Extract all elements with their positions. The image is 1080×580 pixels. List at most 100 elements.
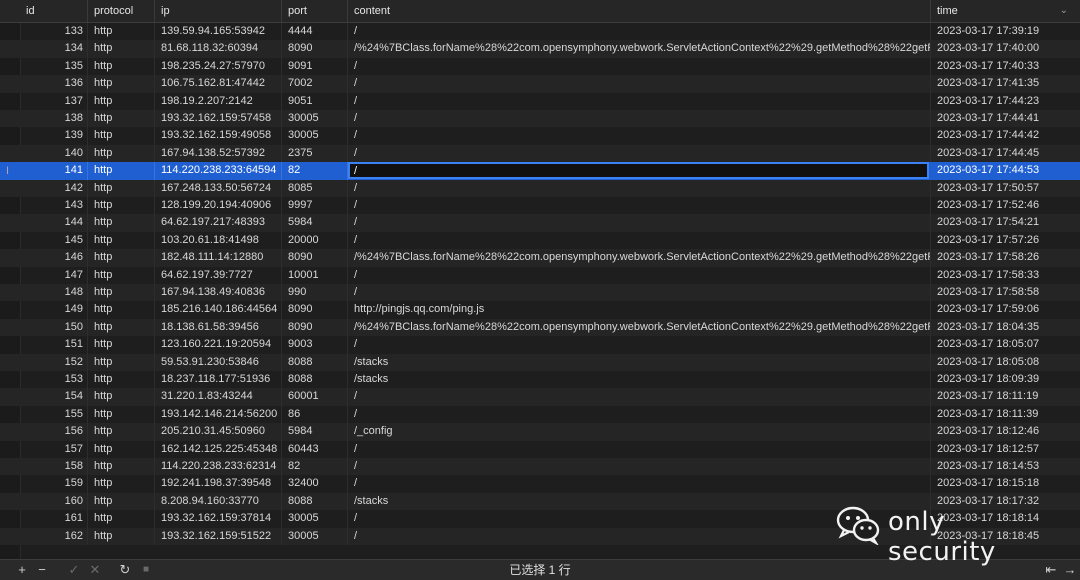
cell-id[interactable]: 145	[20, 231, 88, 250]
column-header-ip[interactable]: ip	[155, 0, 282, 22]
cell-time[interactable]: 2023-03-17 17:40:33	[931, 58, 1080, 75]
cell-port[interactable]: 30005	[282, 527, 348, 545]
cell-ip[interactable]: 114.220.238.233:64594	[155, 162, 282, 180]
cell-port[interactable]: 60443	[282, 440, 348, 458]
cell-ip[interactable]: 8.208.94.160:33770	[155, 492, 282, 511]
cell-protocol[interactable]: http	[88, 144, 155, 163]
table-row[interactable]: 134 http 81.68.118.32:60394 8090/%24%7BClas…	[0, 40, 1080, 58]
cell-protocol[interactable]: http	[88, 23, 155, 41]
cell-ip[interactable]: 18.138.61.58:39456	[155, 318, 282, 337]
cell-protocol[interactable]: http	[88, 475, 155, 493]
cell-port[interactable]: 990	[282, 284, 348, 302]
cell-protocol[interactable]: http	[88, 458, 155, 476]
cell-protocol[interactable]: http	[88, 75, 155, 93]
cell-time[interactable]: 2023-03-17 17:58:26	[931, 249, 1080, 266]
cell-content[interactable]: /	[348, 440, 931, 458]
cell-content[interactable]: /	[348, 75, 931, 93]
cell-protocol[interactable]: http	[88, 388, 155, 406]
table-row[interactable]: 147 http 64.62.197.39:7727 10001/2023-03-17…	[0, 266, 1080, 284]
cell-port[interactable]: 9003	[282, 336, 348, 354]
cell-content[interactable]: /	[348, 179, 931, 197]
cell-protocol[interactable]: http	[88, 371, 155, 389]
cell-port[interactable]: 82	[282, 162, 348, 180]
cell-id[interactable]: 134	[20, 40, 88, 58]
cell-ip[interactable]: 139.59.94.165:53942	[155, 23, 282, 41]
cell-id[interactable]: 135	[20, 57, 88, 76]
cell-protocol[interactable]: http	[88, 231, 155, 250]
cell-content[interactable]: /	[348, 214, 931, 232]
cell-id[interactable]: 152	[20, 353, 88, 371]
cell-ip[interactable]: 193.32.162.159:49058	[155, 127, 282, 145]
table-row[interactable]: 142 http 167.248.133.50:56724 8085/2023-03-…	[0, 179, 1080, 197]
cell-time[interactable]: 2023-03-17 17:59:06	[931, 301, 1080, 318]
cell-content[interactable]: /	[348, 197, 931, 215]
cell-id[interactable]: 158	[20, 458, 88, 476]
cell-protocol[interactable]: http	[88, 197, 155, 215]
table-row[interactable]: 155 http 193.142.146.214:56200 86/2023-03-1…	[0, 405, 1080, 424]
cell-id[interactable]: 148	[20, 284, 88, 302]
cell-id[interactable]: 157	[20, 440, 88, 458]
table-row[interactable]: 138 http 193.32.162.159:57458 30005/2023-03…	[0, 110, 1080, 128]
cell-content[interactable]: /	[348, 231, 931, 250]
cell-time[interactable]: 2023-03-17 17:58:33	[931, 267, 1080, 284]
cell-content[interactable]: /	[348, 144, 931, 163]
cell-ip[interactable]: 18.237.118.177:51936	[155, 371, 282, 389]
cell-protocol[interactable]: http	[88, 284, 155, 302]
cell-protocol[interactable]: http	[88, 301, 155, 319]
cell-content[interactable]: /	[348, 127, 931, 145]
cell-content[interactable]: /	[348, 57, 931, 76]
cell-ip[interactable]: 31.220.1.83:43244	[155, 388, 282, 406]
column-header-time[interactable]: time ⌄	[931, 0, 1080, 22]
cell-content[interactable]: /	[348, 110, 931, 128]
cell-ip[interactable]: 167.94.138.52:57392	[155, 144, 282, 163]
cell-time[interactable]: 2023-03-17 18:05:07	[931, 336, 1080, 353]
cell-id[interactable]: 155	[20, 405, 88, 424]
cell-time[interactable]: 2023-03-17 18:11:19	[931, 388, 1080, 405]
cell-port[interactable]: 5984	[282, 423, 348, 441]
cell-port[interactable]: 8090	[282, 301, 348, 319]
cell-protocol[interactable]: http	[88, 249, 155, 267]
cell-content[interactable]: /_config	[348, 423, 931, 441]
cell-time[interactable]: 2023-03-17 17:41:35	[931, 75, 1080, 92]
cell-time[interactable]: 2023-03-17 17:44:53	[931, 162, 1080, 179]
cell-ip[interactable]: 167.248.133.50:56724	[155, 179, 282, 197]
cell-time[interactable]: 2023-03-17 18:09:39	[931, 371, 1080, 388]
cell-id[interactable]: 133	[20, 23, 88, 41]
cell-port[interactable]: 86	[282, 405, 348, 424]
table-row[interactable]: 151 http 123.160.221.19:20594 9003/2023-03-…	[0, 336, 1080, 354]
cell-content[interactable]: /	[348, 405, 931, 424]
cell-time[interactable]: 2023-03-17 17:40:00	[931, 40, 1080, 57]
cell-port[interactable]: 82	[282, 458, 348, 476]
cell-port[interactable]: 30005	[282, 510, 348, 528]
table-row[interactable]: 139 http 193.32.162.159:49058 30005/2023-03…	[0, 127, 1080, 145]
next-page-icon[interactable]: →	[1062, 560, 1078, 580]
cell-content[interactable]: /	[348, 284, 931, 302]
cell-port[interactable]: 32400	[282, 475, 348, 493]
cell-time[interactable]: 2023-03-17 18:11:39	[931, 406, 1080, 423]
cell-content[interactable]: /%24%7BClass.forName%28%22com.opensympho…	[348, 318, 931, 337]
cell-id[interactable]: 151	[20, 336, 88, 354]
cell-port[interactable]: 5984	[282, 214, 348, 232]
cell-ip[interactable]: 106.75.162.81:47442	[155, 75, 282, 93]
cell-port[interactable]: 60001	[282, 388, 348, 406]
table-row[interactable]: 156 http 205.210.31.45:50960 5984/_config 20…	[0, 423, 1080, 441]
cell-content[interactable]: /	[348, 336, 931, 354]
table-row[interactable]: 157 http 162.142.125.225:45348 60443/2023-0…	[0, 440, 1080, 458]
cell-time[interactable]: 2023-03-17 17:52:46	[931, 197, 1080, 214]
cell-time[interactable]: 2023-03-17 17:44:23	[931, 93, 1080, 110]
cell-port[interactable]: 8088	[282, 492, 348, 511]
cell-id[interactable]: 161	[20, 510, 88, 528]
cell-protocol[interactable]: http	[88, 214, 155, 232]
cell-id[interactable]: 150	[20, 318, 88, 337]
column-header-content[interactable]: content	[348, 0, 931, 22]
cell-time[interactable]: 2023-03-17 17:57:26	[931, 232, 1080, 249]
table-row[interactable]: 137 http 198.19.2.207:2142 9051/2023-03-17 …	[0, 92, 1080, 110]
cell-id[interactable]: 149	[20, 301, 88, 319]
cell-ip[interactable]: 198.235.24.27:57970	[155, 57, 282, 76]
cell-port[interactable]: 8088	[282, 353, 348, 371]
cell-protocol[interactable]: http	[88, 405, 155, 424]
cell-port[interactable]: 8090	[282, 249, 348, 267]
cell-time[interactable]: 2023-03-17 18:12:57	[931, 441, 1080, 458]
table-row[interactable]: 149 http 185.216.140.186:44564 8090 http://p…	[0, 301, 1080, 319]
cell-protocol[interactable]: http	[88, 353, 155, 371]
